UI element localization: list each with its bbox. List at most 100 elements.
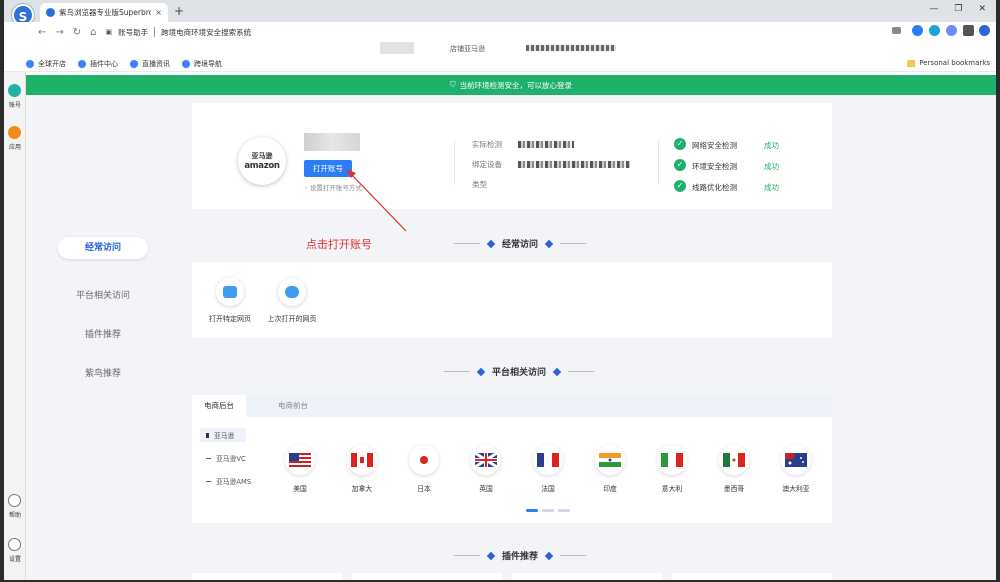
globe-icon	[26, 59, 34, 68]
banner-text: 当前环境检测安全，可以放心登录	[459, 80, 573, 90]
forward-icon[interactable]: →	[55, 27, 63, 38]
country-label: 日本	[417, 485, 431, 493]
uk-flag-icon	[471, 445, 501, 475]
browser-tab[interactable]: 紫鸟浏览器专业版Superbrowser ×	[40, 3, 168, 22]
country-it[interactable]: 意大利	[642, 445, 702, 493]
bookmark-label: 插件中心	[90, 59, 118, 68]
country-jp[interactable]: 日本	[394, 445, 454, 493]
store-label: 店铺亚马逊	[450, 45, 485, 53]
extension-3-icon[interactable]	[946, 25, 957, 36]
apps-icon[interactable]	[8, 126, 21, 139]
profile-icon[interactable]	[979, 25, 990, 36]
new-tab-button[interactable]: +	[174, 4, 184, 18]
close-window-button[interactable]: ✕	[978, 4, 986, 14]
section-title-frequent: 经常访问	[454, 237, 587, 250]
main-content: 亚马逊 amazon 打开账号 ◦ 设置打开账号方式 实际检测 绑定设备 类型 …	[26, 95, 996, 580]
maximize-button[interactable]: ❐	[954, 4, 962, 14]
nav-platform[interactable]: 平台相关访问	[58, 288, 148, 301]
back-icon[interactable]: ←	[38, 27, 46, 38]
quick-label: 打开特定网页	[209, 315, 251, 323]
reload-icon[interactable]: ↻	[73, 27, 81, 38]
pager-dot[interactable]	[542, 509, 554, 512]
country-mx[interactable]: 墨西哥	[704, 445, 764, 493]
bookmark-label: 直播资讯	[142, 59, 170, 68]
account-icon[interactable]	[8, 84, 21, 97]
sidebar-item-account[interactable]: 账号	[4, 100, 26, 109]
folder-icon	[216, 278, 244, 306]
live-icon	[130, 59, 138, 68]
sidebar-item-apps[interactable]: 应用	[4, 142, 26, 151]
bookmark-item[interactable]: 跨境导航	[182, 59, 222, 69]
home-icon[interactable]: ⌂	[90, 27, 96, 38]
country-uk[interactable]: 英国	[456, 445, 516, 493]
key-icon[interactable]	[892, 27, 901, 34]
quick-label: 上次打开的网页	[267, 315, 317, 323]
section-title-text: 平台相关访问	[492, 368, 547, 378]
nav-ziniao[interactable]: 紫鸟推荐	[58, 366, 148, 379]
puzzle-icon[interactable]	[963, 25, 974, 36]
sidebar-item-settings[interactable]: 设置	[4, 554, 26, 563]
account-header: 店铺亚马逊	[4, 42, 996, 56]
ca-flag-icon	[347, 445, 377, 475]
minimize-button[interactable]: —	[929, 4, 938, 14]
pager-dot[interactable]	[558, 509, 570, 512]
personal-bookmarks[interactable]: Personal bookmarks	[907, 59, 990, 67]
address-bar: ← → ↻ ⌂ ▣ 账号助手 跨境电商环境安全搜索系统	[4, 22, 996, 42]
url-text: 跨境电商环境安全搜索系统	[161, 27, 252, 37]
nav-frequent[interactable]: 经常访问	[58, 237, 148, 259]
bookmarks-bar: 全球开店 插件中心 直播资讯 跨境导航	[4, 56, 996, 72]
annotation-text: 点击打开账号	[306, 238, 372, 251]
au-flag-icon	[781, 445, 811, 475]
country-label: 英国	[479, 485, 493, 493]
bookmark-item[interactable]: 全球开店	[26, 59, 66, 69]
country-label: 加拿大	[351, 485, 373, 493]
url-prefix: 账号助手	[118, 27, 149, 37]
site-info-icon[interactable]: ▣	[106, 28, 113, 36]
plugin-card[interactable]	[672, 573, 832, 580]
sub-item-amazon-vc[interactable]: 亚马逊VC	[206, 453, 246, 463]
sub-item-amazon[interactable]: 亚马逊	[200, 428, 247, 442]
country-label: 意大利	[661, 485, 683, 493]
extension-2-icon[interactable]	[929, 25, 940, 36]
url-field[interactable]: ▣ 账号助手 跨境电商环境安全搜索系统	[106, 27, 252, 38]
blurred-account-name	[380, 42, 414, 54]
shield-check-icon: ⛉	[449, 80, 456, 89]
jp-flag-icon	[409, 445, 439, 475]
sub-item-label: 亚马逊VC	[216, 455, 246, 463]
country-label: 印度	[603, 485, 617, 493]
quick-open-last[interactable]: 上次打开的网页	[262, 278, 322, 324]
country-label: 美国	[293, 485, 307, 493]
folder-icon	[907, 59, 916, 67]
browser-window: S 紫鸟浏览器专业版Superbrowser × + — ❐ ✕ ← → ↻ ⌂…	[4, 0, 996, 580]
tab-ecommerce-backend[interactable]: 电商后台	[192, 395, 246, 417]
plugin-card[interactable]	[512, 573, 662, 580]
cloud-icon	[278, 278, 306, 306]
fr-flag-icon	[533, 445, 563, 475]
settings-icon[interactable]	[8, 538, 21, 551]
sub-item-label: 亚马逊	[214, 432, 235, 440]
plugin-card[interactable]	[192, 573, 342, 580]
tab-ecommerce-frontend[interactable]: 电商前台	[266, 395, 320, 417]
pager-dot-active[interactable]	[526, 509, 538, 512]
tab-strip: S 紫鸟浏览器专业版Superbrowser × + — ❐ ✕	[4, 0, 996, 26]
blurred-store-info	[526, 45, 616, 51]
extension-1-icon[interactable]	[912, 25, 923, 36]
help-icon[interactable]	[8, 494, 21, 507]
country-ca[interactable]: 加拿大	[332, 445, 392, 493]
quick-open-specific[interactable]: 打开特定网页	[200, 278, 260, 324]
plugin-icon	[78, 59, 86, 68]
bookmark-item[interactable]: 插件中心	[78, 59, 118, 69]
country-au[interactable]: 澳大利亚	[766, 445, 826, 493]
sub-item-amazon-ams[interactable]: 亚马逊AMS	[206, 476, 251, 486]
country-label: 墨西哥	[723, 485, 745, 493]
tab-close-icon[interactable]: ×	[155, 8, 162, 17]
country-in[interactable]: 印度	[580, 445, 640, 493]
bookmark-item[interactable]: 直播资讯	[130, 59, 170, 69]
bookmark-label: 跨境导航	[194, 59, 222, 68]
sidebar-item-help[interactable]: 帮助	[4, 510, 26, 519]
plugin-card[interactable]	[352, 573, 502, 580]
sub-item-label: 亚马逊AMS	[216, 478, 252, 486]
country-us[interactable]: 美国	[270, 445, 330, 493]
nav-plugins[interactable]: 插件推荐	[58, 327, 148, 340]
country-fr[interactable]: 法国	[518, 445, 578, 493]
